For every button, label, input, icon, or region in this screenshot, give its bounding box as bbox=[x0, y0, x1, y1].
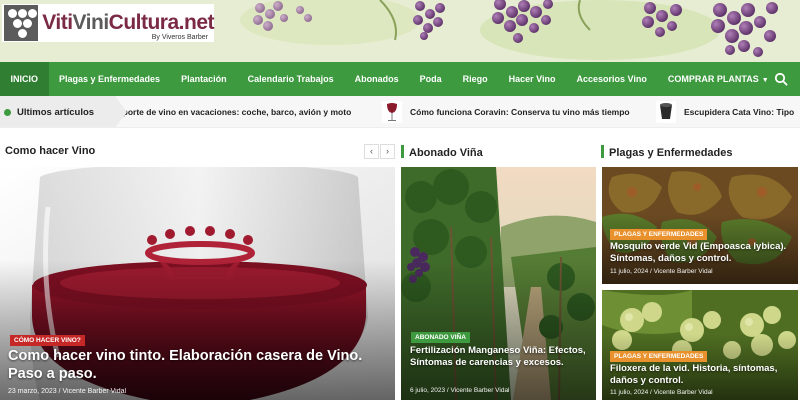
article-card-filoxera[interactable]: PLAGAS Y ENFERMEDADES Filoxera de la vid… bbox=[602, 290, 798, 400]
nav-item-poda[interactable]: Poda bbox=[409, 62, 452, 96]
ticker-label-text: Ultimos artículos bbox=[17, 106, 95, 118]
logo-subtitle: By Viveros Barber bbox=[151, 34, 208, 41]
logo-text: VitiViniCultura.net bbox=[42, 11, 214, 35]
featured-article-card[interactable]: CÓMO HACER VINO? Como hacer vino tinto. … bbox=[0, 167, 395, 400]
article-title[interactable]: Filoxera de la vid. Historia, síntomas, … bbox=[610, 363, 792, 387]
section-title-text: Plagas y Enfermedades bbox=[609, 147, 733, 159]
ticker-label: Ultimos artículos bbox=[0, 96, 127, 127]
article-meta: 6 julio, 2023 / Vicente Barber Vidal bbox=[410, 387, 510, 394]
category-tag[interactable]: CÓMO HACER VINO? bbox=[10, 335, 85, 346]
wine-glass-thumbnail bbox=[382, 101, 402, 123]
article-author[interactable]: Vicente Barber Vidal bbox=[654, 389, 713, 396]
nav-item-accesorios[interactable]: Accesorios Vino bbox=[566, 62, 657, 96]
prev-arrow-button[interactable]: ‹ bbox=[364, 144, 379, 159]
article-author[interactable]: Vicente Barber Vidal bbox=[63, 388, 127, 395]
article-card-abonado[interactable]: ABONADO VIÑA Fertilización Manganeso Viñ… bbox=[401, 167, 596, 400]
category-tag[interactable]: PLAGAS Y ENFERMEDADES bbox=[610, 351, 708, 362]
article-date: 23 marzo, 2023 bbox=[8, 388, 57, 395]
search-icon[interactable] bbox=[774, 72, 788, 86]
chevron-down-icon: ▼ bbox=[761, 77, 769, 84]
nav-item-plantacion[interactable]: Plantación bbox=[171, 62, 238, 96]
nav-item-plagas[interactable]: Plagas y Enfermedades bbox=[49, 62, 171, 96]
article-meta: 23 marzo, 2023 / Vicente Barber Vidal bbox=[8, 388, 126, 395]
live-dot-icon bbox=[4, 108, 11, 116]
card-overlay bbox=[401, 260, 596, 400]
nav-item-comprar-plantas[interactable]: COMPRAR PLANTAS ▼ bbox=[657, 62, 779, 96]
nav-item-calendario[interactable]: Calendario Trabajos bbox=[237, 62, 344, 96]
nav-item-inicio[interactable]: INICIO bbox=[0, 62, 49, 96]
latest-articles-ticker: Ultimos artículos ansporte de vino en va… bbox=[0, 96, 800, 128]
logo-text-viti: Viti bbox=[42, 11, 73, 34]
article-title[interactable]: Mosquito verde Vid (Empoasca lybica). Sí… bbox=[610, 241, 792, 265]
article-title[interactable]: Como hacer vino tinto. Elaboración caser… bbox=[8, 347, 383, 383]
article-card-mosquito[interactable]: PLAGAS Y ENFERMEDADES Mosquito verde Vid… bbox=[602, 167, 798, 284]
ticker-item-title: Escupidera Cata Vino: Tipo bbox=[684, 107, 795, 117]
section-title-abonado-vina: Abonado Viña bbox=[401, 145, 483, 159]
logo-text-cultura: Cultura.net bbox=[108, 11, 215, 34]
nav-item-riego[interactable]: Riego bbox=[452, 62, 498, 96]
nav-item-hacer-vino[interactable]: Hacer Vino bbox=[498, 62, 566, 96]
ticker-item-title: ansporte de vino en vacaciones: coche, b… bbox=[108, 107, 352, 117]
section-title-como-hacer-vino: Como hacer Vino bbox=[5, 145, 96, 157]
section-title-text: Abonado Viña bbox=[409, 147, 483, 159]
category-tag[interactable]: ABONADO VIÑA bbox=[411, 332, 470, 343]
logo-text-vini: Vini bbox=[72, 11, 110, 34]
site-logo[interactable]: VitiViniCultura.net By Viveros Barber bbox=[2, 4, 215, 42]
logo-grape-icon bbox=[4, 5, 39, 41]
article-author[interactable]: Vicente Barber Vidal bbox=[450, 387, 509, 394]
section-accent-bar bbox=[601, 145, 604, 158]
spittoon-thumbnail bbox=[656, 101, 676, 123]
section-title-plagas: Plagas y Enfermedades bbox=[601, 145, 733, 159]
ticker-item[interactable]: Escupidera Cata Vino: Tipo bbox=[656, 96, 795, 127]
next-arrow-button[interactable]: › bbox=[380, 144, 395, 159]
main-nav: INICIO Plagas y Enfermedades Plantación … bbox=[0, 62, 800, 96]
ticker-item[interactable]: ansporte de vino en vacaciones: coche, b… bbox=[108, 96, 352, 127]
chevron-left-icon: ‹ bbox=[370, 146, 373, 156]
nav-item-comprar-label: COMPRAR PLANTAS bbox=[667, 74, 759, 84]
nav-item-abonados[interactable]: Abonados bbox=[344, 62, 409, 96]
site-header: VitiViniCultura.net By Viveros Barber bbox=[0, 0, 800, 62]
ticker-item-title: Cómo funciona Coravin: Conserva tu vino … bbox=[410, 107, 630, 117]
page: VitiViniCultura.net By Viveros Barber IN… bbox=[0, 0, 800, 400]
article-meta: 11 julio, 2024 / Vicente Barber Vidal bbox=[610, 268, 713, 275]
article-date: 6 julio, 2023 bbox=[410, 387, 446, 394]
article-date: 11 julio, 2024 bbox=[610, 389, 649, 396]
ticker-item[interactable]: Cómo funciona Coravin: Conserva tu vino … bbox=[382, 96, 630, 127]
section-accent-bar bbox=[401, 145, 404, 158]
article-title[interactable]: Fertilización Manganeso Viña: Efectos, S… bbox=[410, 345, 590, 369]
article-meta: 11 julio, 2024 / Vicente Barber Vidal bbox=[610, 389, 713, 396]
chevron-right-icon: › bbox=[386, 146, 389, 156]
article-author[interactable]: Vicente Barber Vidal bbox=[654, 268, 713, 275]
article-date: 11 julio, 2024 bbox=[610, 268, 649, 275]
category-tag[interactable]: PLAGAS Y ENFERMEDADES bbox=[610, 229, 708, 240]
